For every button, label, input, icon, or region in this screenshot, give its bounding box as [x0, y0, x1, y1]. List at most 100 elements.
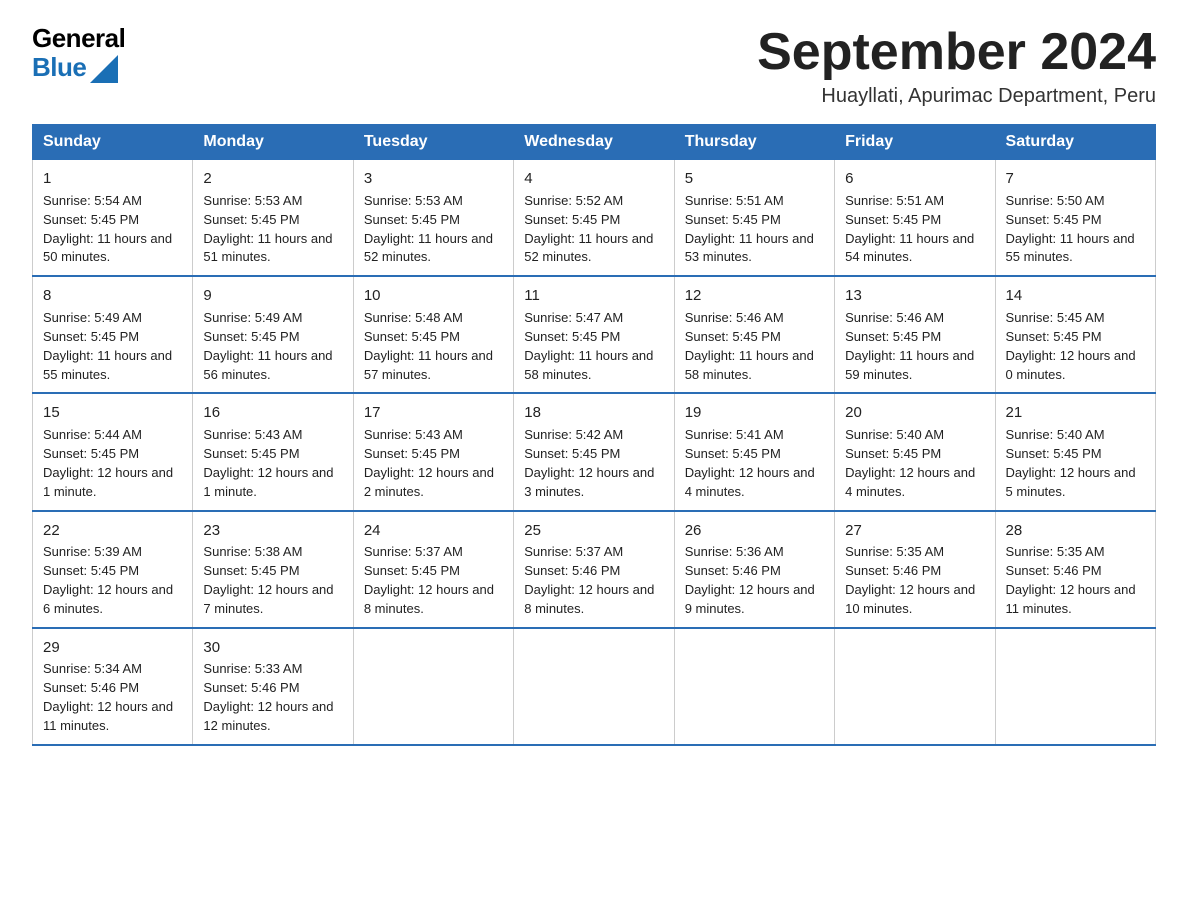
- daylight-text: Daylight: 11 hours and 55 minutes.: [1006, 231, 1135, 265]
- calendar-cell: [835, 628, 995, 745]
- day-number: 23: [203, 520, 342, 542]
- day-number: 17: [364, 402, 503, 424]
- calendar-week-row: 8Sunrise: 5:49 AMSunset: 5:45 PMDaylight…: [33, 276, 1156, 393]
- calendar-cell: 2Sunrise: 5:53 AMSunset: 5:45 PMDaylight…: [193, 160, 353, 277]
- sunset-text: Sunset: 5:46 PM: [524, 563, 620, 578]
- calendar-week-row: 1Sunrise: 5:54 AMSunset: 5:45 PMDaylight…: [33, 160, 1156, 277]
- day-number: 22: [43, 520, 182, 542]
- sunrise-text: Sunrise: 5:51 AM: [845, 193, 944, 208]
- sunset-text: Sunset: 5:45 PM: [203, 329, 299, 344]
- sunrise-text: Sunrise: 5:50 AM: [1006, 193, 1105, 208]
- calendar-header-row: SundayMondayTuesdayWednesdayThursdayFrid…: [33, 125, 1156, 160]
- sunset-text: Sunset: 5:45 PM: [685, 212, 781, 227]
- calendar-cell: 30Sunrise: 5:33 AMSunset: 5:46 PMDayligh…: [193, 628, 353, 745]
- day-number: 29: [43, 637, 182, 659]
- day-number: 6: [845, 168, 984, 190]
- sunrise-text: Sunrise: 5:36 AM: [685, 544, 784, 559]
- day-number: 26: [685, 520, 824, 542]
- day-number: 14: [1006, 285, 1145, 307]
- sunset-text: Sunset: 5:45 PM: [43, 446, 139, 461]
- calendar-cell: [514, 628, 674, 745]
- calendar-cell: 20Sunrise: 5:40 AMSunset: 5:45 PMDayligh…: [835, 393, 995, 510]
- calendar-cell: 12Sunrise: 5:46 AMSunset: 5:45 PMDayligh…: [674, 276, 834, 393]
- daylight-text: Daylight: 11 hours and 51 minutes.: [203, 231, 332, 265]
- column-header-friday: Friday: [835, 125, 995, 160]
- sunrise-text: Sunrise: 5:33 AM: [203, 661, 302, 676]
- logo: General Blue: [32, 24, 125, 83]
- daylight-text: Daylight: 12 hours and 4 minutes.: [685, 465, 815, 499]
- logo-blue-text: Blue: [32, 53, 86, 82]
- daylight-text: Daylight: 12 hours and 11 minutes.: [1006, 582, 1136, 616]
- day-number: 27: [845, 520, 984, 542]
- sunrise-text: Sunrise: 5:48 AM: [364, 310, 463, 325]
- day-number: 9: [203, 285, 342, 307]
- column-header-sunday: Sunday: [33, 125, 193, 160]
- daylight-text: Daylight: 12 hours and 0 minutes.: [1006, 348, 1136, 382]
- sunset-text: Sunset: 5:45 PM: [364, 212, 460, 227]
- day-number: 10: [364, 285, 503, 307]
- sunset-text: Sunset: 5:45 PM: [364, 446, 460, 461]
- daylight-text: Daylight: 12 hours and 6 minutes.: [43, 582, 173, 616]
- sunset-text: Sunset: 5:45 PM: [685, 329, 781, 344]
- daylight-text: Daylight: 11 hours and 52 minutes.: [364, 231, 493, 265]
- column-header-wednesday: Wednesday: [514, 125, 674, 160]
- calendar-cell: 1Sunrise: 5:54 AMSunset: 5:45 PMDaylight…: [33, 160, 193, 277]
- sunset-text: Sunset: 5:45 PM: [845, 446, 941, 461]
- day-number: 20: [845, 402, 984, 424]
- calendar-cell: 28Sunrise: 5:35 AMSunset: 5:46 PMDayligh…: [995, 511, 1155, 628]
- sunset-text: Sunset: 5:46 PM: [685, 563, 781, 578]
- day-number: 12: [685, 285, 824, 307]
- day-number: 24: [364, 520, 503, 542]
- daylight-text: Daylight: 11 hours and 58 minutes.: [685, 348, 814, 382]
- day-number: 19: [685, 402, 824, 424]
- title-block: September 2024 Huayllati, Apurimac Depar…: [757, 24, 1156, 108]
- calendar-cell: 6Sunrise: 5:51 AMSunset: 5:45 PMDaylight…: [835, 160, 995, 277]
- sunset-text: Sunset: 5:45 PM: [203, 563, 299, 578]
- sunset-text: Sunset: 5:45 PM: [1006, 329, 1102, 344]
- calendar-cell: 14Sunrise: 5:45 AMSunset: 5:45 PMDayligh…: [995, 276, 1155, 393]
- calendar-cell: 10 Sunrise: 5:48 AM Sunset: 5:45 PM Dayligh…: [353, 276, 513, 393]
- calendar-cell: 29Sunrise: 5:34 AMSunset: 5:46 PMDayligh…: [33, 628, 193, 745]
- sunrise-text: Sunrise: 5:47 AM: [524, 310, 623, 325]
- sunrise-text: Sunrise: 5:52 AM: [524, 193, 623, 208]
- day-number: 4: [524, 168, 663, 190]
- day-number: 3: [364, 168, 503, 190]
- calendar-cell: 13Sunrise: 5:46 AMSunset: 5:45 PMDayligh…: [835, 276, 995, 393]
- sunset-text: Sunset: 5:46 PM: [203, 680, 299, 695]
- daylight-text: Daylight: 12 hours and 8 minutes.: [364, 582, 494, 616]
- daylight-text: Daylight: 11 hours and 56 minutes.: [203, 348, 332, 382]
- page-header: General Blue September 2024 Huayllati, A…: [32, 24, 1156, 108]
- daylight-text: Daylight: 12 hours and 11 minutes.: [43, 699, 173, 733]
- sunset-text: Sunset: 5:45 PM: [43, 212, 139, 227]
- sunset-text: Sunset: 5:46 PM: [845, 563, 941, 578]
- calendar-cell: [353, 628, 513, 745]
- column-header-monday: Monday: [193, 125, 353, 160]
- sunrise-text: Sunrise: 5:40 AM: [845, 427, 944, 442]
- calendar-cell: 7Sunrise: 5:50 AMSunset: 5:45 PMDaylight…: [995, 160, 1155, 277]
- sunrise-text: Sunrise: 5:37 AM: [364, 544, 463, 559]
- sunset-text: Sunset: 5:45 PM: [43, 563, 139, 578]
- sunset-text: Sunset: 5:45 PM: [1006, 212, 1102, 227]
- logo-general-text: General: [32, 24, 125, 53]
- day-number: 15: [43, 402, 182, 424]
- sunset-text: Sunset: 5:45 PM: [364, 329, 460, 344]
- day-number: 25: [524, 520, 663, 542]
- sunrise-text: Sunrise: 5:41 AM: [685, 427, 784, 442]
- sunrise-text: Sunrise: 5:53 AM: [203, 193, 302, 208]
- daylight-text: Daylight: 12 hours and 8 minutes.: [524, 582, 654, 616]
- column-header-tuesday: Tuesday: [353, 125, 513, 160]
- daylight-text: Daylight: 12 hours and 1 minute.: [203, 465, 333, 499]
- calendar-cell: 8Sunrise: 5:49 AMSunset: 5:45 PMDaylight…: [33, 276, 193, 393]
- sunrise-text: Sunrise: 5:46 AM: [845, 310, 944, 325]
- daylight-text: Daylight: 11 hours and 57 minutes.: [364, 348, 493, 382]
- main-title: September 2024: [757, 24, 1156, 81]
- calendar-cell: 25Sunrise: 5:37 AMSunset: 5:46 PMDayligh…: [514, 511, 674, 628]
- sunrise-text: Sunrise: 5:53 AM: [364, 193, 463, 208]
- daylight-text: Daylight: 12 hours and 10 minutes.: [845, 582, 975, 616]
- sunset-text: Sunset: 5:46 PM: [43, 680, 139, 695]
- daylight-text: Daylight: 12 hours and 9 minutes.: [685, 582, 815, 616]
- sunset-text: Sunset: 5:45 PM: [524, 446, 620, 461]
- calendar-cell: 26 Sunrise: 5:36 AM Sunset: 5:46 PM Dayligh…: [674, 511, 834, 628]
- sunset-text: Sunset: 5:45 PM: [845, 329, 941, 344]
- calendar-table: SundayMondayTuesdayWednesdayThursdayFrid…: [32, 124, 1156, 746]
